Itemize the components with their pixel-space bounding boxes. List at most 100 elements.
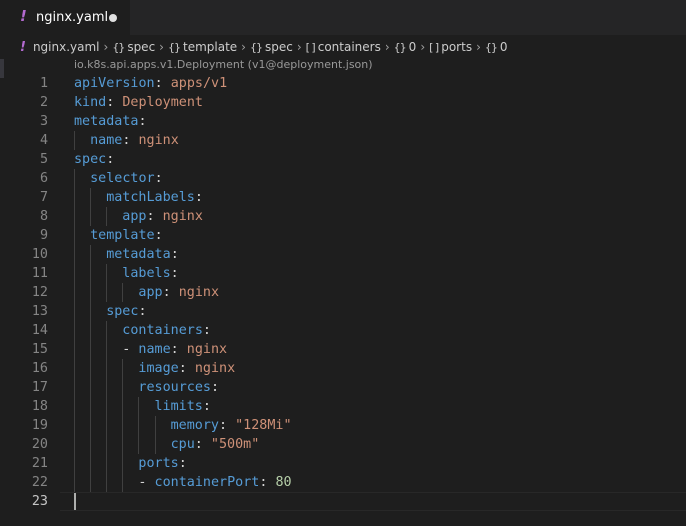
code-text: cpu: "500m" — [171, 435, 260, 454]
token-key: spec — [74, 152, 107, 167]
tab-bar: ! nginx.yaml — [0, 0, 686, 35]
line-number: 11 — [31, 266, 48, 281]
code-text: app: nginx — [138, 283, 219, 302]
code-line[interactable]: 11 labels: — [0, 264, 686, 283]
code-editor[interactable]: 1 apiVersion: apps/v1 2 kind: Deployment 3 me… — [0, 74, 686, 526]
line-number: 8 — [39, 209, 48, 224]
indent-guide — [90, 207, 92, 226]
line-number: 6 — [39, 171, 48, 186]
code-line[interactable]: 21 ports: — [0, 454, 686, 473]
line-number: 19 — [31, 418, 48, 433]
token-key: name — [90, 133, 123, 148]
object-icon: {} — [393, 40, 407, 54]
code-line[interactable]: 19 memory: "128Mi" — [0, 416, 686, 435]
code-text: spec: — [74, 150, 114, 169]
tab-nginx-yaml[interactable]: ! nginx.yaml — [0, 0, 130, 35]
indent-guide — [74, 321, 75, 340]
breadcrumb-label: 0 — [408, 40, 417, 54]
code-line[interactable]: 23 — [0, 492, 686, 511]
schema-codelens[interactable]: io.k8s.api.apps.v1.Deployment (v1@deploy… — [74, 58, 373, 71]
breadcrumb-label: spec — [127, 40, 156, 54]
code-line[interactable]: 9 template: — [0, 226, 686, 245]
indent-guide — [106, 264, 108, 283]
code-line[interactable]: 12 app: nginx — [0, 283, 686, 302]
object-icon: {} — [484, 40, 498, 54]
array-icon: [ ] — [305, 40, 316, 54]
token-punc: : — [154, 171, 163, 186]
indent-guide — [74, 188, 75, 207]
code-line[interactable]: 17 resources: — [0, 378, 686, 397]
indent-guide — [122, 397, 124, 416]
code-line[interactable]: 8 app: nginx — [0, 207, 686, 226]
indent-guide — [106, 283, 108, 302]
line-number: 2 — [39, 95, 48, 110]
breadcrumb-item[interactable]: [ ] ports — [429, 40, 472, 54]
chevron-right-icon: › — [420, 40, 426, 54]
code-text: ports: — [138, 454, 186, 473]
token-key: name — [138, 342, 171, 357]
code-text: containers: — [122, 321, 211, 340]
code-text: - containerPort: 80 — [138, 473, 291, 492]
code-line[interactable]: 5 spec: — [0, 150, 686, 169]
indent-guide — [106, 454, 108, 473]
token-punc: : — [154, 228, 163, 243]
object-icon: {} — [167, 40, 181, 54]
line-number: 1 — [39, 76, 48, 91]
indent-guide — [90, 245, 92, 264]
indent-guide — [122, 454, 124, 473]
code-line[interactable]: 3 metadata: — [0, 112, 686, 131]
token-str: nginx — [194, 361, 236, 376]
line-number: 3 — [39, 114, 48, 129]
token-punc: : — [202, 399, 211, 414]
code-line[interactable]: 6 selector: — [0, 169, 686, 188]
breadcrumb-item[interactable]: [ ] containers — [306, 40, 381, 54]
breadcrumb-item[interactable]: {} 0 — [394, 40, 417, 54]
breadcrumb-item[interactable]: {} template — [168, 40, 237, 54]
code-text: metadata: — [74, 112, 147, 131]
token-str: "128Mi" — [235, 418, 292, 433]
code-line[interactable]: 10 metadata: — [0, 245, 686, 264]
code-line[interactable]: 4 name: nginx — [0, 131, 686, 150]
breadcrumb-item[interactable]: {} spec — [112, 40, 155, 54]
code-text: image: nginx — [138, 359, 235, 378]
code-line[interactable]: 16 image: nginx — [0, 359, 686, 378]
code-line[interactable]: 13 spec: — [0, 302, 686, 321]
code-line[interactable]: 1 apiVersion: apps/v1 — [0, 74, 686, 93]
code-line[interactable]: 15 - name: nginx — [0, 340, 686, 359]
token-str: nginx — [162, 209, 203, 224]
breadcrumb-item[interactable]: {} 0 — [485, 40, 508, 54]
indent-guide — [90, 416, 92, 435]
object-icon: {} — [249, 40, 263, 54]
code-line[interactable]: 7 matchLabels: — [0, 188, 686, 207]
code-line[interactable]: 20 cpu: "500m" — [0, 435, 686, 454]
indent-guide — [90, 188, 92, 207]
breadcrumb-item[interactable]: nginx.yaml — [33, 40, 100, 54]
chevron-right-icon: › — [476, 40, 481, 54]
code-line[interactable]: 2 kind: Deployment — [0, 93, 686, 112]
token-str: apps/v1 — [170, 76, 228, 91]
token-punc: - — [138, 475, 155, 490]
code-line[interactable]: 18 limits: — [0, 397, 686, 416]
line-number: 17 — [31, 380, 48, 395]
code-line[interactable]: 14 containers: — [0, 321, 686, 340]
indent-guide — [106, 473, 108, 492]
unsaved-dot-icon[interactable] — [109, 14, 117, 22]
token-key: limits — [154, 399, 203, 414]
indent-guide — [90, 302, 92, 321]
indent-guide — [74, 131, 75, 150]
indent-guide — [74, 169, 75, 188]
token-punc: : — [170, 247, 179, 262]
token-key: resources — [138, 380, 211, 395]
indent-guide — [154, 435, 156, 454]
indent-guide — [154, 416, 156, 435]
token-punc: : — [178, 456, 187, 471]
indent-guide — [90, 378, 92, 397]
breadcrumb-label: containers — [317, 40, 381, 54]
line-number: 7 — [39, 190, 48, 205]
token-key: image — [138, 361, 179, 376]
line-number: 16 — [31, 361, 48, 376]
token-str: nginx — [138, 133, 179, 148]
code-line[interactable]: 22 - containerPort: 80 — [0, 473, 686, 492]
breadcrumb-item[interactable]: {} spec — [250, 40, 293, 54]
current-line-highlight — [60, 492, 686, 511]
